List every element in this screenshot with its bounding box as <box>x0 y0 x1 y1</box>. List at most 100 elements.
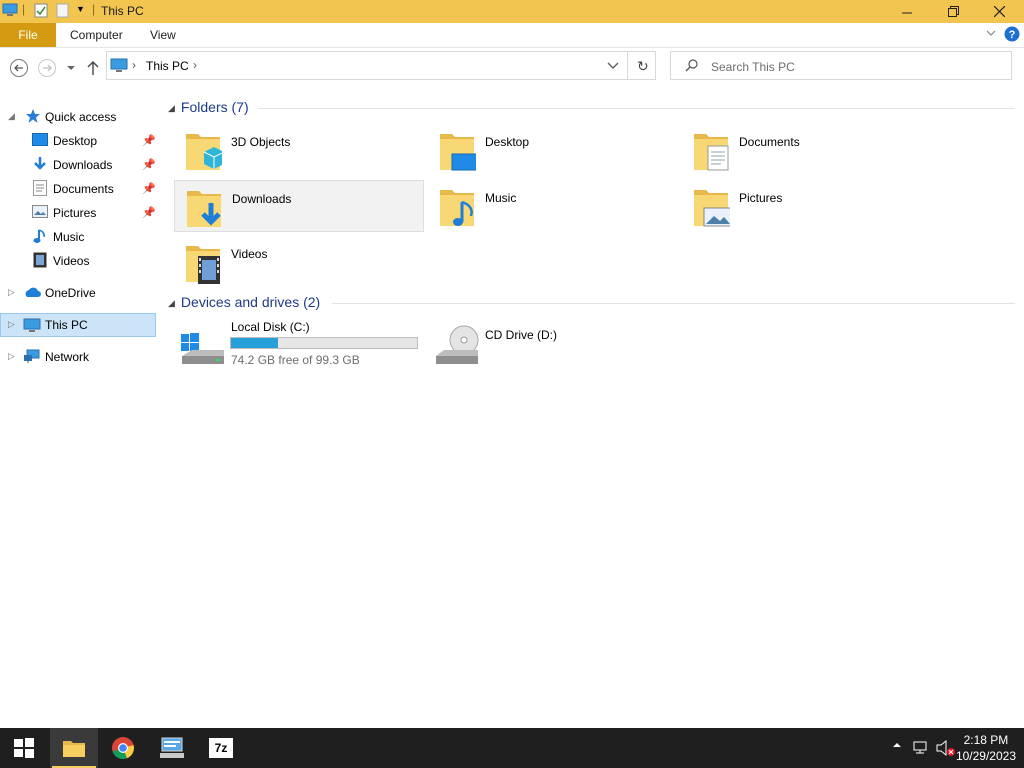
recent-locations-button[interactable] <box>63 58 79 78</box>
folder-documents[interactable]: Documents <box>682 124 932 176</box>
documents-icon <box>694 134 729 171</box>
properties-icon[interactable] <box>34 3 48 21</box>
folder-name: Videos <box>231 247 268 261</box>
nav-item-label: Pictures <box>53 206 97 220</box>
nav-onedrive[interactable]: ▷ OneDrive <box>0 281 156 305</box>
network-icon <box>23 349 41 367</box>
folder-pictures[interactable]: Pictures <box>682 180 932 232</box>
pin-icon[interactable]: 📌 <box>142 206 156 219</box>
breadcrumb-chevron-icon[interactable]: › <box>193 58 197 72</box>
chrome-icon <box>112 737 134 759</box>
nav-network-label: Network <box>45 350 90 364</box>
breadcrumb-this-pc[interactable]: This PC <box>146 59 189 73</box>
collapse-group-icon[interactable]: ◢ <box>168 103 175 113</box>
folder-videos[interactable]: Videos <box>174 236 424 288</box>
taskbar: 7z 2:18 PM 10/29/2023 <box>0 728 1024 768</box>
pictures-icon <box>32 205 48 221</box>
folder-name: Downloads <box>232 192 292 206</box>
minimize-button[interactable] <box>884 0 930 23</box>
customize-quick-access-icon[interactable]: ▼ <box>76 4 85 14</box>
nav-item-desktop[interactable]: Desktop 📌 <box>0 129 156 153</box>
expand-icon[interactable]: ▷ <box>8 351 15 362</box>
7zip-icon: 7z <box>209 738 233 758</box>
search-input[interactable]: Search This PC <box>670 51 1012 80</box>
taskbar-network-app[interactable] <box>148 728 196 768</box>
drive-cd-d[interactable]: CD Drive (D:) <box>428 320 678 370</box>
network-app-icon <box>160 737 184 758</box>
folder-name: 3D Objects <box>231 135 291 149</box>
drive-capacity-fill <box>231 338 279 348</box>
nav-this-pc-label: This PC <box>45 318 88 332</box>
network-status-icon[interactable] <box>913 739 931 758</box>
expand-icon[interactable]: ▷ <box>8 287 15 298</box>
folder-desktop[interactable]: Desktop <box>428 124 678 176</box>
onedrive-icon <box>23 286 41 301</box>
drives-group-header[interactable]: ◢ Devices and drives (2) <box>168 294 320 310</box>
nav-item-label: Music <box>53 230 85 244</box>
start-button[interactable] <box>0 728 48 768</box>
nav-item-label: Videos <box>53 254 90 268</box>
collapse-icon[interactable]: ◢ <box>8 111 15 122</box>
restore-button[interactable] <box>930 0 976 23</box>
address-bar[interactable]: › This PC › ↻ <box>106 51 656 80</box>
group-divider <box>332 303 1015 304</box>
taskbar-chrome[interactable] <box>99 728 147 768</box>
breadcrumb-separator-icon: › <box>132 58 136 72</box>
nav-item-pictures[interactable]: Pictures 📌 <box>0 201 156 225</box>
ribbon-tabs: File Computer View ? <box>0 23 1024 48</box>
close-button[interactable] <box>976 0 1022 23</box>
up-button[interactable] <box>83 58 103 78</box>
tab-computer[interactable]: Computer <box>70 23 123 47</box>
drive-name: Local Disk (C:) <box>231 320 310 334</box>
volume-muted-icon[interactable] <box>936 739 956 760</box>
new-folder-icon[interactable] <box>56 3 70 21</box>
drives-group-label: Devices and drives (2) <box>180 294 321 310</box>
folder-3d-objects[interactable]: 3D Objects <box>174 124 424 176</box>
taskbar-7zip[interactable]: 7z <box>197 728 245 768</box>
pin-icon[interactable]: 📌 <box>142 182 156 195</box>
nav-quick-access[interactable]: ◢ Quick access <box>0 105 156 129</box>
this-pc-app-icon[interactable] <box>2 3 18 20</box>
forward-button[interactable] <box>37 58 57 78</box>
nav-item-label: Desktop <box>53 134 98 148</box>
drive-capacity-bar <box>230 337 418 349</box>
search-icon <box>685 59 698 75</box>
pictures-icon <box>694 190 730 227</box>
this-pc-icon <box>23 318 41 336</box>
tab-file[interactable]: File <box>0 23 56 47</box>
nav-network[interactable]: ▷ Network <box>0 345 156 369</box>
help-icon[interactable]: ? <box>1004 26 1020 45</box>
nav-item-documents[interactable]: Documents 📌 <box>0 177 156 201</box>
taskbar-file-explorer[interactable] <box>50 728 98 768</box>
show-hidden-icons-icon[interactable] <box>892 739 902 753</box>
pin-icon[interactable]: 📌 <box>142 158 156 171</box>
expand-icon[interactable]: ▷ <box>8 319 15 330</box>
nav-item-downloads[interactable]: Downloads 📌 <box>0 153 156 177</box>
pin-icon[interactable]: 📌 <box>142 134 156 147</box>
nav-item-music[interactable]: Music <box>0 225 156 249</box>
music-icon <box>33 228 47 247</box>
nav-item-videos[interactable]: Videos <box>0 249 156 273</box>
folders-group-header[interactable]: ◢ Folders (7) <box>168 99 249 115</box>
expand-ribbon-icon[interactable] <box>985 27 997 42</box>
back-button[interactable] <box>9 58 29 78</box>
system-clock[interactable]: 2:18 PM 10/29/2023 <box>956 732 1016 764</box>
cd-drive-icon <box>436 325 479 364</box>
drive-local-disk-c[interactable]: Local Disk (C:) 74.2 GB free of 99.3 GB <box>174 320 424 370</box>
tab-view[interactable]: View <box>150 23 176 47</box>
nav-item-label: Documents <box>53 182 114 196</box>
address-dropdown-icon[interactable] <box>607 60 619 74</box>
star-icon <box>25 108 41 127</box>
nav-this-pc[interactable]: ▷ This PC <box>0 313 156 337</box>
windows-drive-icon <box>181 333 224 364</box>
folder-name: Pictures <box>739 191 783 205</box>
folder-downloads[interactable]: Downloads <box>174 180 424 232</box>
this-pc-icon <box>110 58 128 76</box>
clock-date: 10/29/2023 <box>955 749 1016 763</box>
folder-name: Music <box>485 191 517 205</box>
clock-time: 2:18 PM <box>963 733 1009 747</box>
folder-music[interactable]: Music <box>428 180 678 232</box>
refresh-icon[interactable]: ↻ <box>637 58 649 75</box>
collapse-group-icon[interactable]: ◢ <box>168 298 175 308</box>
title-bar: | ▼ | This PC <box>0 0 1024 23</box>
